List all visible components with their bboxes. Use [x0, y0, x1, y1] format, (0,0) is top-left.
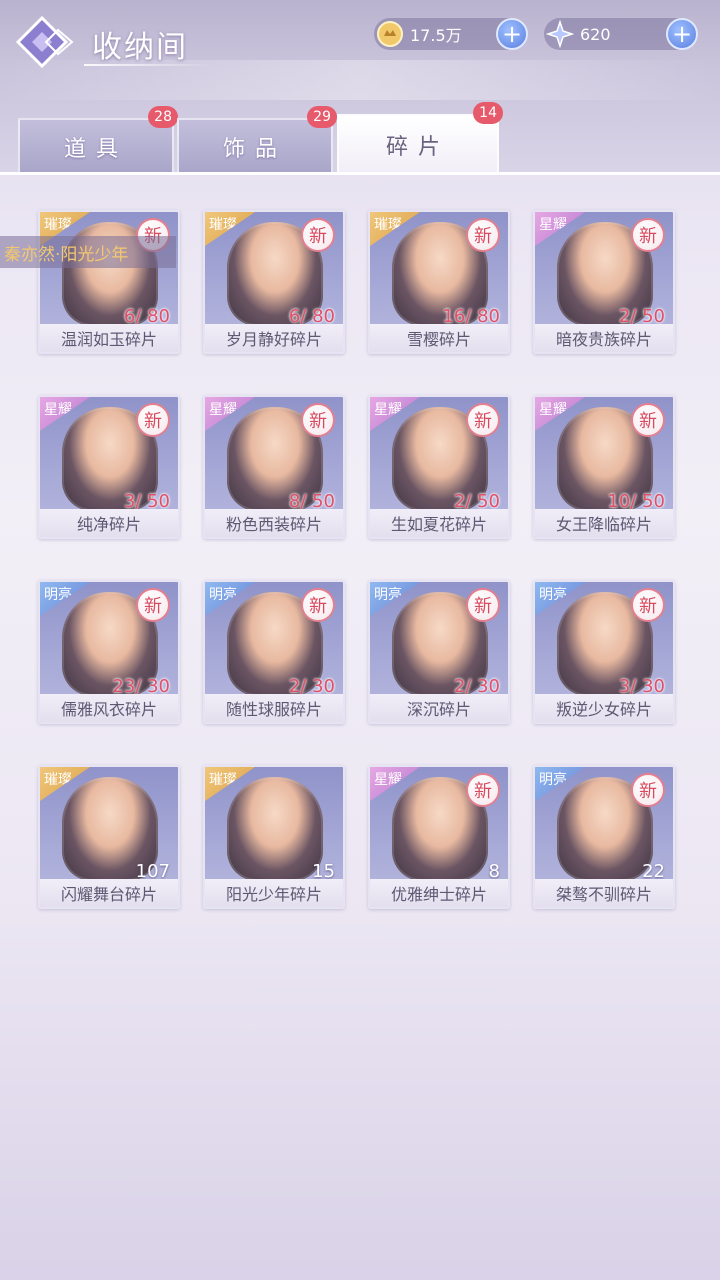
fragment-name: 温润如玉碎片 — [40, 324, 178, 352]
new-badge: 新 — [136, 403, 170, 437]
fragment-name: 粉色西装碎片 — [205, 509, 343, 537]
new-badge: 新 — [466, 403, 500, 437]
star-diamond-icon — [546, 20, 574, 48]
new-badge: 新 — [631, 403, 665, 437]
fragment-name: 深沉碎片 — [370, 694, 508, 722]
new-badge: 新 — [466, 773, 500, 807]
tab-badge: 28 — [148, 106, 178, 128]
gold-currency: 17.5万 + — [374, 18, 528, 50]
gold-coin-icon — [377, 21, 403, 47]
page-title: 收纳间 — [92, 30, 188, 65]
tab-accessories[interactable]: 饰品 29 — [177, 106, 337, 174]
fragment-card[interactable]: 星耀新 2/ 50 生如夏花碎片 — [368, 395, 510, 539]
fragment-card[interactable]: 璀璨新 6/ 80 岁月静好碎片 — [203, 210, 345, 354]
new-badge: 新 — [301, 218, 335, 252]
new-badge: 新 — [631, 218, 665, 252]
add-gold-button[interactable]: + — [496, 18, 528, 50]
back-button[interactable] — [12, 14, 78, 70]
fragment-grid: 璀璨新6/ 80温润如玉碎片璀璨新6/ 80岁月静好碎片璀璨新16/ 80雪樱碎… — [38, 210, 678, 909]
fragment-card[interactable]: 星耀新 2/ 50 暗夜贵族碎片 — [533, 210, 675, 354]
item-tooltip: 秦亦然·阳光少年 — [0, 236, 176, 268]
fragment-card[interactable]: 璀璨 107 闪耀舞台碎片 — [38, 765, 180, 909]
star-value: 620 — [580, 24, 611, 44]
fragment-card[interactable]: 璀璨 15 阳光少年碎片 — [203, 765, 345, 909]
new-badge: 新 — [301, 588, 335, 622]
tab-badge: 29 — [307, 106, 337, 128]
fragment-card[interactable]: 明亮新 23/ 30 儒雅风衣碎片 — [38, 580, 180, 724]
add-star-button[interactable]: + — [666, 18, 698, 50]
new-badge: 新 — [466, 218, 500, 252]
content-divider — [0, 172, 720, 175]
tab-label: 饰品 — [222, 137, 287, 162]
new-badge: 新 — [631, 588, 665, 622]
new-badge: 新 — [301, 403, 335, 437]
tab-fragments[interactable]: 碎片 14 — [337, 102, 503, 174]
fragment-card[interactable]: 星耀新 8 优雅绅士碎片 — [368, 765, 510, 909]
fragment-card[interactable]: 明亮新 22 桀骜不驯碎片 — [533, 765, 675, 909]
fragment-name: 岁月静好碎片 — [205, 324, 343, 352]
back-diamond-icon — [15, 15, 74, 69]
fragment-name: 优雅绅士碎片 — [370, 879, 508, 907]
fragment-name: 生如夏花碎片 — [370, 509, 508, 537]
fragment-name: 桀骜不驯碎片 — [535, 879, 673, 907]
fragment-name: 随性球服碎片 — [205, 694, 343, 722]
fragment-card[interactable]: 星耀新 3/ 50 纯净碎片 — [38, 395, 180, 539]
fragment-card[interactable]: 明亮新 3/ 30 叛逆少女碎片 — [533, 580, 675, 724]
fragment-name: 暗夜贵族碎片 — [535, 324, 673, 352]
fragment-name: 纯净碎片 — [40, 509, 178, 537]
tab-label: 碎片 — [385, 135, 450, 160]
star-currency: 620 + — [544, 18, 698, 50]
fragment-name: 女王降临碎片 — [535, 509, 673, 537]
fragment-card[interactable]: 璀璨新6/ 80温润如玉碎片 — [38, 210, 180, 354]
new-badge: 新 — [136, 588, 170, 622]
fragment-name: 雪樱碎片 — [370, 324, 508, 352]
new-badge: 新 — [631, 773, 665, 807]
character-portrait — [227, 777, 323, 881]
title-underline — [84, 64, 214, 66]
fragment-card[interactable]: 星耀新 10/ 50 女王降临碎片 — [533, 395, 675, 539]
new-badge: 新 — [466, 588, 500, 622]
gold-value: 17.5万 — [410, 26, 462, 45]
fragment-card[interactable]: 璀璨新 16/ 80 雪樱碎片 — [368, 210, 510, 354]
fragment-name: 儒雅风衣碎片 — [40, 694, 178, 722]
tab-props[interactable]: 道具 28 — [18, 106, 178, 174]
fragment-card[interactable]: 星耀新 8/ 50 粉色西装碎片 — [203, 395, 345, 539]
fragment-name: 阳光少年碎片 — [205, 879, 343, 907]
tab-badge: 14 — [473, 102, 503, 124]
fragment-name: 闪耀舞台碎片 — [40, 879, 178, 907]
tab-label: 道具 — [63, 137, 128, 162]
fragment-card[interactable]: 明亮新 2/ 30 深沉碎片 — [368, 580, 510, 724]
fragment-name: 叛逆少女碎片 — [535, 694, 673, 722]
fragment-card[interactable]: 明亮新 2/ 30 随性球服碎片 — [203, 580, 345, 724]
